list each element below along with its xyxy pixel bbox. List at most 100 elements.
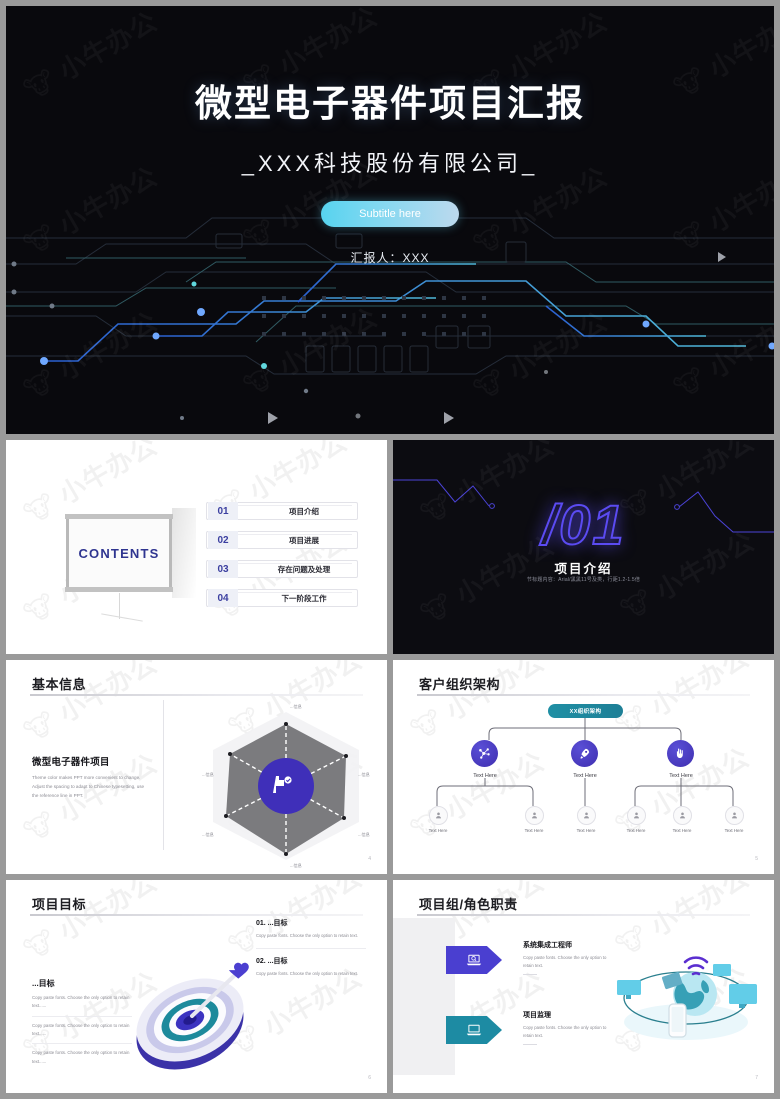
screen-bottom-bar [65,587,173,592]
org-node-label: Text Here [473,773,497,779]
toc-label: 下一阶段工作 [281,593,327,603]
role-dash [523,1044,537,1046]
org-node-label: Text Here [573,773,597,779]
org-node[interactable] [667,740,694,767]
toc-label: 项目进展 [289,535,319,545]
role-title: 项目监理 [523,1012,551,1019]
screen-foot [101,613,143,622]
people-icon [732,812,737,819]
radar-label: ...信息 [358,832,370,837]
left-gray-band [393,918,455,1075]
slide-org-chart[interactable]: 🐮 小牛办公 🐮 小牛办公 🐮 小牛办公 🐮 小牛办公 客户组织架构 XX组织架… [393,660,774,874]
hexagon-radar-chart [213,712,359,860]
section-number: /01 [541,492,626,557]
reporter-line: 汇报人：XXX [350,251,430,265]
goals-left-item: Copy paste fonts. Choose the only option… [32,995,130,1009]
page-number: 5 [755,856,758,862]
role-arrow[interactable] [446,946,502,974]
list-item[interactable]: 03 存在问题及处理 [206,560,358,578]
laptop-search-icon [466,954,482,966]
subtitle-pill[interactable]: Subtitle here [321,201,459,227]
slide-project-goals[interactable]: 🐮 小牛办公 🐮 小牛办公 🐮 小牛办公 🐮 小牛办公 项目目标 ...目标 C… [6,880,387,1093]
goal-body: Copy paste fonts. Choose the only option… [256,971,358,977]
role-arrow[interactable] [446,1016,502,1044]
org-leaf-label: Text Here [626,828,646,833]
projector-screen: CONTENTS [65,514,173,622]
project-name: 微型电子器件项目 [32,757,110,768]
org-leaf[interactable] [725,806,744,825]
header-rule [417,914,750,916]
org-root[interactable]: XX组织架构 [548,704,623,718]
project-description: Theme color makes PPT more convenient to… [32,775,145,798]
contents-list: 01 项目介绍 02 项目进展 03 存在问题及处理 04 下一阶段工作 [206,502,358,618]
org-leaf-label: Text Here [724,828,744,833]
header-rule [30,694,363,696]
goal-title: 01. ...目标 [256,920,288,927]
org-leaf[interactable] [525,806,544,825]
org-leaf[interactable] [429,806,448,825]
radar-label: ...信息 [290,863,302,868]
role-body: Copy paste fonts. Choose the only option… [523,955,607,969]
toc-number: 02 [208,531,238,549]
goal-body: Copy paste fonts. Choose the only option… [256,933,358,938]
slide-basic-info[interactable]: 🐮 小牛办公 🐮 小牛办公 🐮 小牛办公 🐮 小牛办公 基本信息 微型电子器件项… [6,660,387,874]
people-icon [634,812,639,819]
slide-contents[interactable]: 🐮 小牛办公 🐮 小牛办公 🐮 小牛办公 🐮 小牛办公 CONTENTS 01 … [6,440,387,654]
rocket-icon [580,748,590,759]
page-number: 4 [368,856,371,862]
slide-deck-preview: 🐮 小牛办公 🐮 小牛办公 🐮 小牛办公 🐮 小牛办公 🐮 小牛办公 🐮 小牛办… [0,0,780,1099]
radar-label: ...信息 [202,772,214,777]
list-item[interactable]: 02 项目进展 [206,531,358,549]
toc-number: 01 [208,502,238,520]
monitor-icon [466,1024,482,1036]
toc-number: 03 [208,560,238,578]
goals-left-item: Copy paste fonts. Choose the only option… [32,1043,132,1071]
role-title: 系统集成工程师 [523,942,572,949]
page-number: 6 [368,1075,371,1081]
role-dash [523,974,537,976]
org-leaf-label: Text Here [524,828,544,833]
people-icon [532,812,537,819]
network-icon [479,748,490,759]
list-item[interactable]: 01 项目介绍 [206,502,358,520]
role-block: 项目监理 Copy paste fonts. Choose the only o… [523,1010,609,1046]
page-number: 7 [755,1075,758,1081]
org-leaf[interactable] [577,806,596,825]
org-node[interactable] [571,740,598,767]
page-title: 项目目标 [32,897,87,912]
slide-title[interactable]: 🐮 小牛办公 🐮 小牛办公 🐮 小牛办公 🐮 小牛办公 🐮 小牛办公 🐮 小牛办… [6,6,774,434]
goal-divider [256,948,366,950]
section-note: 节标题内容：Arial/黑黑11号及类，行距1.2-1.5倍 [526,577,641,583]
list-item[interactable]: 04 下一阶段工作 [206,589,358,607]
hand-icon [676,748,683,759]
role-body: Copy paste fonts. Choose the only option… [523,1025,607,1039]
toc-number: 04 [208,589,238,607]
people-icon [436,812,441,819]
org-connector-lines [436,718,734,806]
goal-title: 02. ...目标 [256,958,288,966]
org-leaf[interactable] [627,806,646,825]
goals-left-item: Copy paste fonts. Choose the only option… [32,1015,132,1044]
toc-label: 存在问题及处理 [277,564,331,574]
info-text-block: 微型电子器件项目 Theme color makes PPT more conv… [32,754,150,801]
org-node[interactable] [471,740,498,767]
presentation-subtitle: _XXX科技股份有限公司_ [241,151,539,176]
section-title: 项目介绍 [554,562,613,576]
org-leaf-label: Text Here [428,828,448,833]
page-title: 基本信息 [32,677,87,692]
goals-left-title: ...目标 [32,979,55,988]
dartboard-illustration [136,962,249,1070]
page-title: 项目组/角色职责 [419,897,518,912]
toc-label: 项目介绍 [289,506,319,516]
org-leaf-label: Text Here [576,828,596,833]
radar-label: ...信息 [202,832,214,837]
slide-section-divider[interactable]: 🐮 小牛办公 🐮 小牛办公 🐮 小牛办公 🐮 小牛办公 /01 项目介绍 节标题… [393,440,774,654]
people-icon [584,812,589,819]
goals-left-column: ...目标 Copy paste fonts. Choose the only … [32,978,132,1071]
contents-heading: CONTENTS [78,545,160,561]
people-icon [680,812,685,819]
org-leaf[interactable] [673,806,692,825]
slide-roles[interactable]: 🐮 小牛办公 🐮 小牛办公 🐮 小牛办公 🐮 小牛办公 项目组/角色职责 系统集… [393,880,774,1093]
goals-right-column: 01. ...目标 Copy paste fonts. Choose the o… [256,918,366,986]
role-block: 系统集成工程师 Copy paste fonts. Choose the onl… [523,940,609,976]
